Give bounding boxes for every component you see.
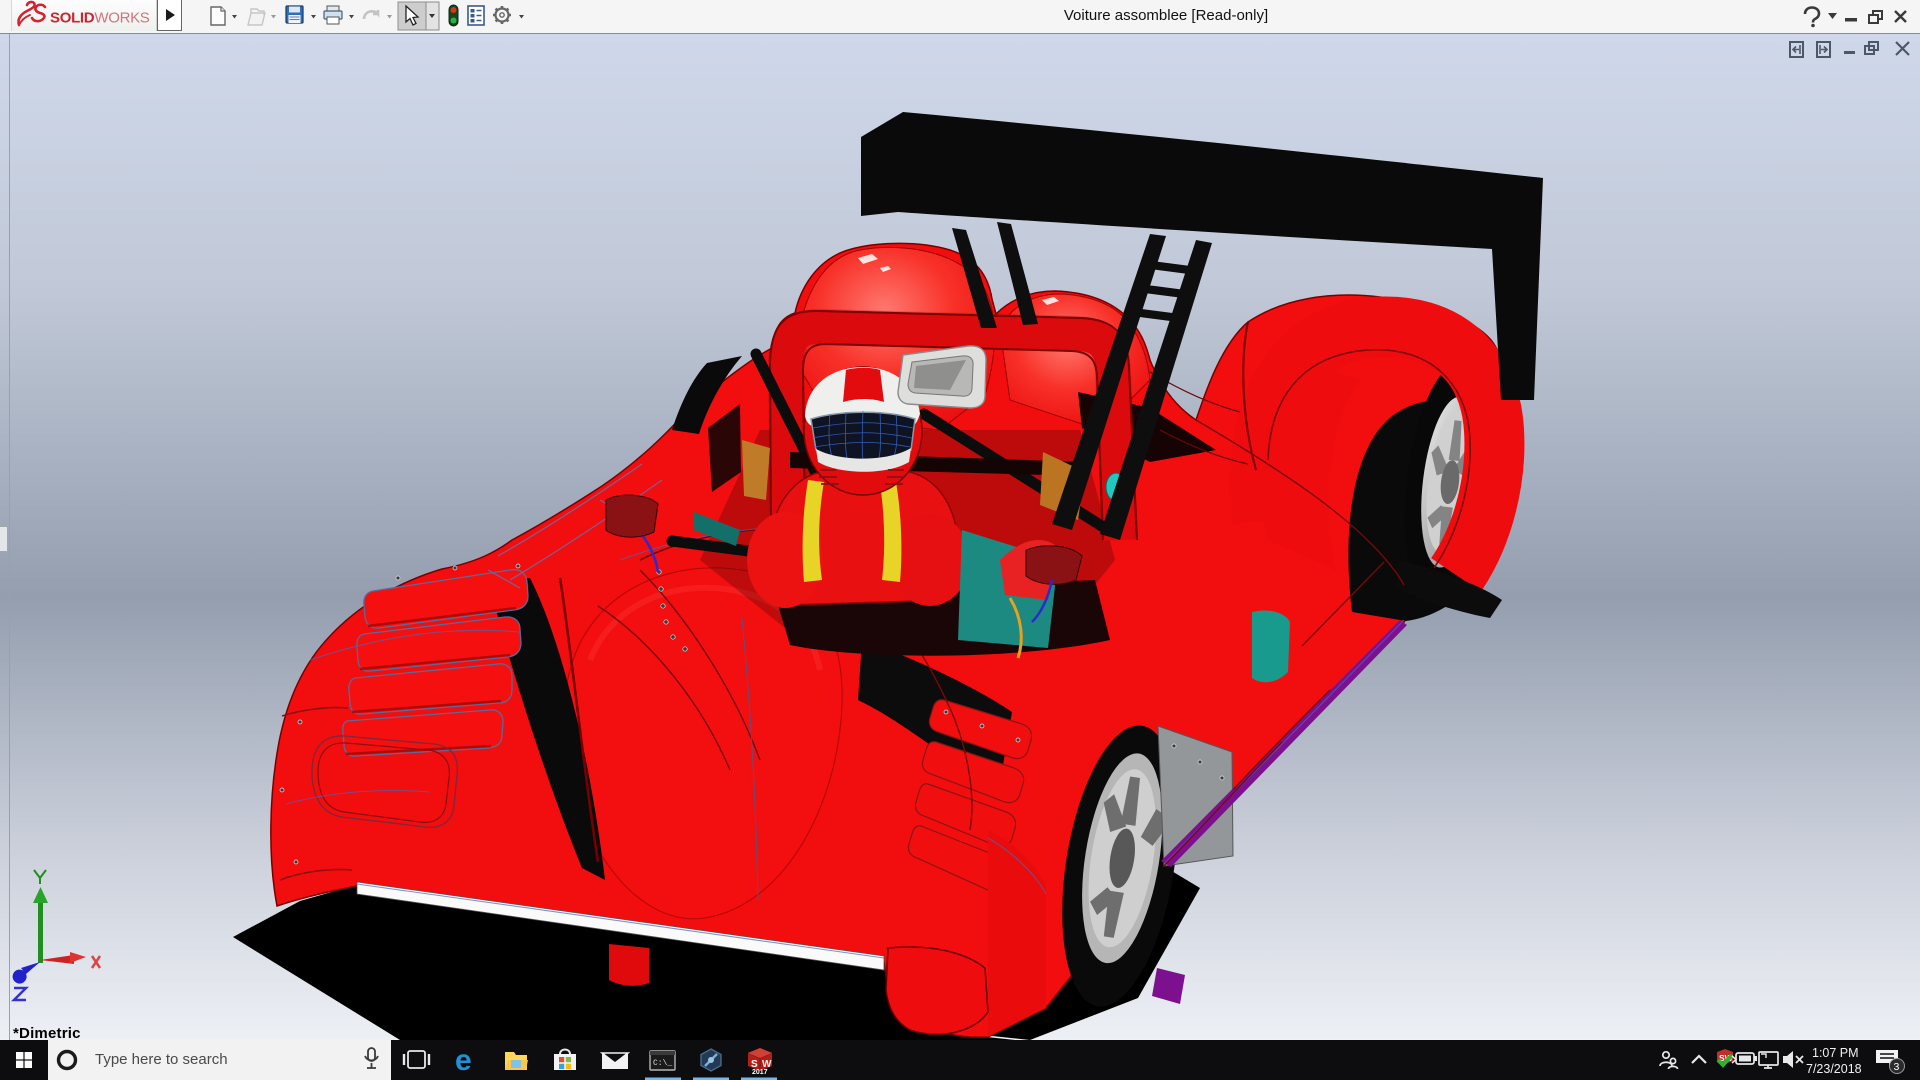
svg-text:1:07 PM: 1:07 PM	[1812, 1046, 1859, 1060]
svg-text:2017: 2017	[752, 1069, 768, 1076]
svg-text:e: e	[455, 1044, 472, 1077]
svg-text:C:\_: C:\_	[653, 1059, 672, 1068]
svg-text:SOLIDWORKS: SOLIDWORKS	[50, 10, 150, 27]
svg-text:7/23/2018: 7/23/2018	[1806, 1062, 1862, 1076]
svg-text:3: 3	[1894, 1061, 1900, 1073]
